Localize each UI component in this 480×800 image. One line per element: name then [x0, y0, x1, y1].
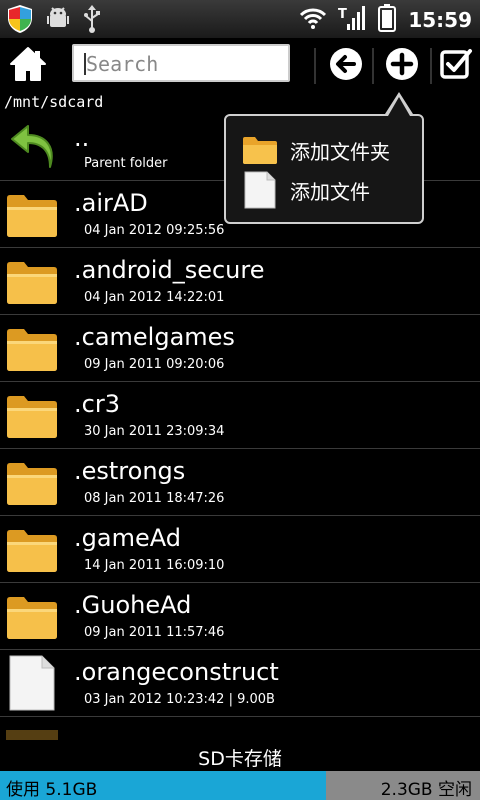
toolbar-divider [430, 48, 432, 84]
file-name: .camelgames [74, 323, 235, 351]
folder-icon [7, 597, 57, 639]
back-arrow-icon [11, 125, 53, 168]
wifi-icon [300, 6, 327, 34]
file-row[interactable]: .camelgames 09 Jan 2011 09:20:06 [0, 315, 480, 382]
folder-icon [7, 195, 57, 237]
menu-item-add-file-label: 添加文件 [290, 179, 370, 204]
plus-circle-icon [386, 48, 418, 80]
toolbar: Search [0, 38, 480, 92]
back-button[interactable] [326, 44, 366, 84]
file-meta: 04 Jan 2012 14:22:01 [84, 290, 225, 305]
file-meta: 14 Jan 2011 16:09:10 [84, 558, 225, 573]
select-button[interactable] [436, 44, 476, 84]
folder-icon [7, 396, 57, 438]
folder-icon [7, 463, 57, 505]
add-popup-menu: 添加文件夹 添加文件 [224, 114, 424, 224]
file-meta: 04 Jan 2012 09:25:56 [84, 223, 225, 238]
shield-icon [6, 4, 34, 38]
file-name: .GuoheAd [74, 591, 192, 619]
checkbox-icon [440, 49, 472, 79]
file-name: .cr3 [74, 390, 120, 418]
battery-icon [378, 4, 397, 36]
search-placeholder: Search [86, 52, 159, 76]
parent-meta: Parent folder [84, 156, 168, 171]
folder-icon [243, 137, 277, 164]
file-name: .gameAd [74, 524, 181, 552]
storage-bar: 使用 5.1GB 2.3GB 空闲 [0, 771, 480, 800]
menu-item-add-file[interactable]: 添加文件 [242, 171, 370, 209]
current-path: /mnt/sdcard [4, 93, 104, 111]
storage-used-text: 使用 5.1GB [6, 780, 98, 800]
file-row[interactable]: .cr3 30 Jan 2011 23:09:34 [0, 382, 480, 449]
folder-icon [7, 329, 57, 371]
file-name: .android_secure [74, 256, 265, 284]
file-name: .estrongs [74, 457, 186, 485]
file-row[interactable]: .estrongs 08 Jan 2011 18:47:26 [0, 449, 480, 516]
file-meta: 08 Jan 2011 18:47:26 [84, 491, 225, 506]
toolbar-divider [314, 48, 316, 84]
status-bar: T 15:59 [0, 0, 480, 38]
folder-icon [7, 262, 57, 304]
usb-icon [82, 5, 102, 37]
popup-arrow-inner [388, 97, 410, 116]
file-icon [244, 171, 276, 209]
clock: 15:59 [408, 8, 472, 32]
file-name: .orangeconstruct [74, 658, 279, 686]
arrow-left-icon [330, 48, 362, 80]
file-icon [9, 655, 55, 711]
file-row[interactable]: .GuoheAd 09 Jan 2011 11:57:46 [0, 583, 480, 650]
search-input[interactable]: Search [72, 44, 290, 82]
home-button[interactable] [8, 44, 48, 84]
file-row[interactable]: .gameAd 14 Jan 2011 16:09:10 [0, 516, 480, 583]
file-name: .airAD [74, 189, 148, 217]
svg-text:T: T [338, 7, 347, 22]
folder-icon [7, 530, 57, 572]
parent-name: .. [74, 124, 90, 152]
menu-item-add-folder[interactable]: 添加文件夹 [242, 132, 390, 168]
file-meta: 03 Jan 2012 10:23:42 | 9.00B [84, 692, 275, 707]
storage-free-text: 2.3GB 空闲 [380, 780, 472, 800]
file-row[interactable]: .android_secure 04 Jan 2012 14:22:01 [0, 248, 480, 315]
toolbar-divider [372, 48, 374, 84]
menu-item-add-folder-label: 添加文件夹 [290, 139, 390, 164]
file-meta: 09 Jan 2011 11:57:46 [84, 625, 225, 640]
signal-icon: T [338, 4, 366, 36]
home-icon [10, 47, 46, 81]
android-debug-icon [46, 6, 70, 36]
storage-label: SD卡存储 [198, 748, 282, 770]
file-meta: 30 Jan 2011 23:09:34 [84, 424, 225, 439]
partial-row [0, 730, 480, 740]
file-meta: 09 Jan 2011 09:20:06 [84, 357, 225, 372]
file-row[interactable]: .orangeconstruct 03 Jan 2012 10:23:42 | 9… [0, 650, 480, 717]
add-button[interactable] [382, 44, 422, 84]
